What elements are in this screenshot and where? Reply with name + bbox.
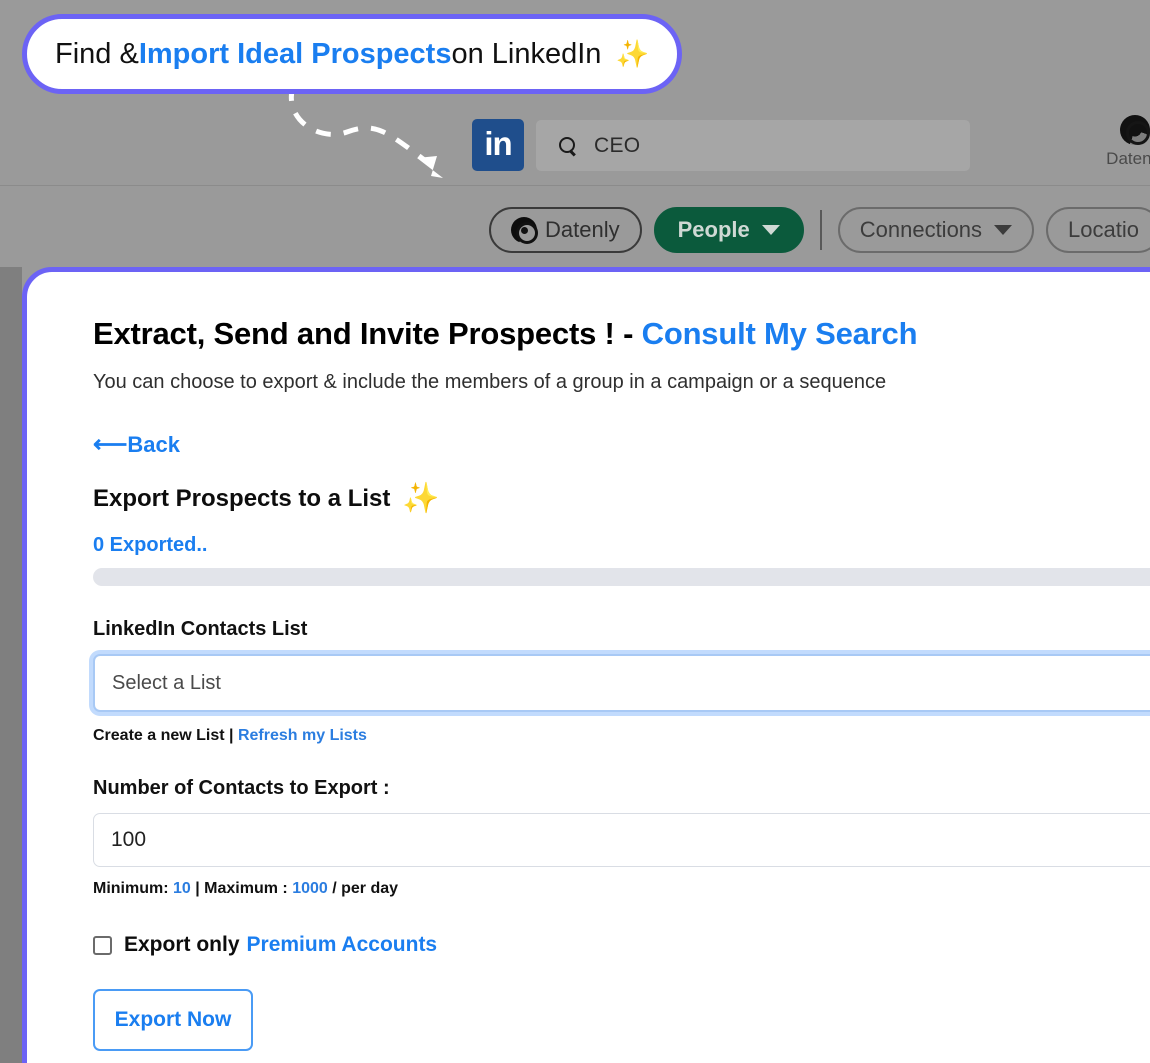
filter-pill-row: Datenly People Connections Locatio	[489, 207, 1150, 253]
panel-title-main: Extract, Send and Invite Prospects ! -	[93, 316, 642, 351]
export-now-button[interactable]: Export Now	[93, 989, 253, 1051]
filter-pill-people[interactable]: People	[653, 207, 804, 253]
chevron-down-icon	[994, 225, 1013, 235]
filter-pill-connections[interactable]: Connections	[837, 207, 1035, 253]
callout-bubble: Find & Import Ideal Prospects on LinkedI…	[22, 14, 683, 94]
minmax-separator: | Maximum :	[190, 880, 293, 897]
filter-pill-label: Connections	[859, 217, 983, 242]
datenly-ring-icon	[1120, 115, 1150, 145]
panel-subtitle: You can choose to export & include the m…	[93, 371, 887, 393]
screenshot-root: in CEO Datenly Datenly People Connection…	[0, 0, 1150, 1063]
filter-pill-label: Locatio	[1068, 217, 1139, 242]
export-progress-bar	[93, 568, 1150, 586]
back-link[interactable]: ⟵ Back	[93, 432, 180, 458]
contacts-list-select[interactable]: Select a List	[93, 654, 1150, 712]
min-max-hint: Minimum: 10 | Maximum : 1000 / per day	[93, 880, 1150, 898]
list-helper-links: Create a new List | Refresh my Lists	[93, 727, 1150, 745]
back-link-label: Back	[127, 432, 180, 457]
callout-highlight: Import Ideal Prospects	[138, 37, 452, 70]
section-title: Export Prospects to a List ✨	[93, 484, 1150, 514]
search-input-value[interactable]: CEO	[594, 134, 640, 158]
filter-divider	[819, 210, 822, 250]
left-arrow-icon: ⟵	[93, 431, 128, 458]
linkedin-search-box[interactable]: CEO	[536, 120, 970, 171]
sparkles-icon: ✨	[615, 39, 650, 69]
filter-pill-label: Datenly	[545, 217, 620, 242]
premium-accounts-checkbox[interactable]	[93, 935, 112, 955]
contacts-list-selected-value: Select a List	[112, 671, 221, 694]
minimum-value: 10	[173, 880, 191, 897]
left-gutter-strip	[0, 267, 22, 1063]
panel-title: Extract, Send and Invite Prospects ! - C…	[93, 316, 1150, 352]
contacts-count-label: Number of Contacts to Export :	[93, 777, 390, 799]
minimum-prefix: Minimum:	[93, 880, 173, 897]
callout-text-after: on LinkedIn	[451, 37, 602, 70]
filter-pill-label: People	[677, 217, 750, 242]
panel-title-accent-link[interactable]: Consult My Search	[642, 316, 918, 351]
chevron-down-icon	[761, 225, 780, 235]
maximum-value: 1000	[292, 880, 328, 897]
filter-pill-datenly[interactable]: Datenly	[489, 207, 642, 253]
datenly-export-panel: Extract, Send and Invite Prospects ! - C…	[22, 267, 1150, 1063]
per-day-suffix: / per day	[327, 880, 399, 897]
refresh-my-lists-link[interactable]: Refresh my Lists	[238, 727, 367, 744]
datenly-ring-icon	[511, 217, 538, 244]
search-icon	[558, 136, 578, 156]
contacts-count-input[interactable]: 100	[93, 813, 1150, 867]
create-new-list-link[interactable]: Create a new List	[93, 727, 229, 744]
linkedin-logo-icon[interactable]: in	[472, 119, 524, 171]
section-title-label: Export Prospects to a List	[93, 485, 391, 512]
datenly-nav-label: Datenly	[1106, 149, 1150, 168]
premium-accounts-label: Export only	[124, 933, 240, 956]
export-status-text: 0 Exported..	[93, 534, 208, 556]
helper-separator: |	[229, 727, 238, 744]
contacts-count-value: 100	[111, 828, 147, 851]
contacts-list-label: LinkedIn Contacts List	[93, 618, 308, 640]
sparkles-icon: ✨	[402, 482, 440, 515]
linkedin-filter-bar: Datenly People Connections Locatio	[0, 187, 1150, 267]
premium-accounts-accent: Premium Accounts	[246, 933, 438, 956]
filter-pill-locations[interactable]: Locatio	[1046, 207, 1150, 253]
callout-text-before: Find &	[55, 37, 139, 70]
premium-accounts-row[interactable]: Export only Premium Accounts	[93, 933, 1150, 957]
datenly-nav-item[interactable]: Datenly	[1100, 115, 1150, 169]
